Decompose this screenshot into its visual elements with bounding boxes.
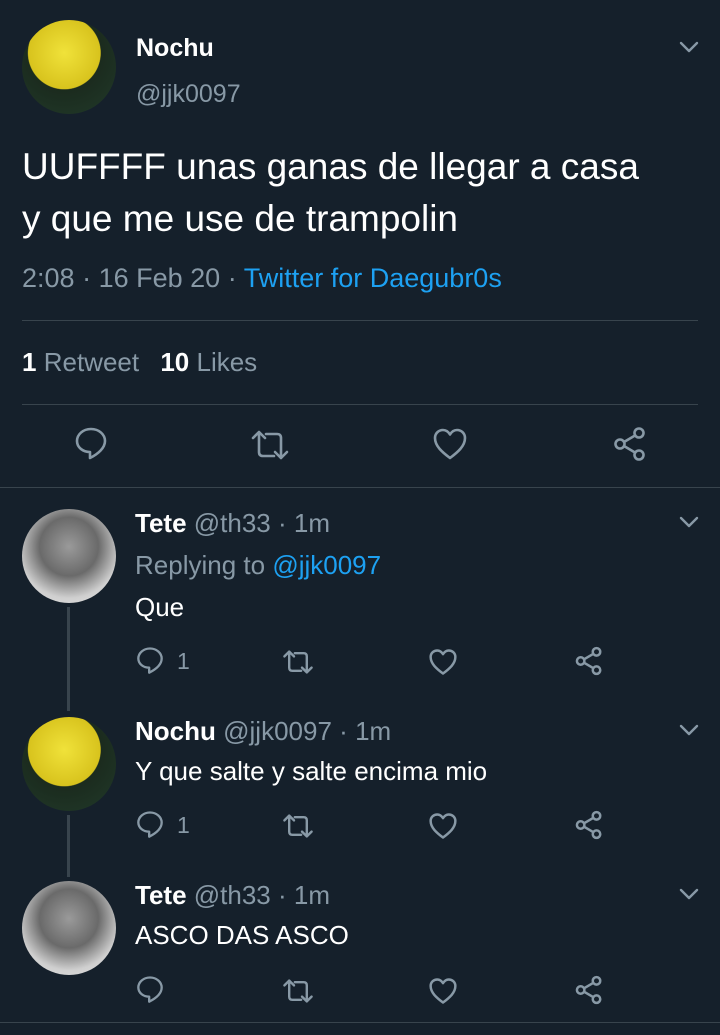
likes-label: Likes: [196, 347, 258, 377]
avatar[interactable]: [22, 20, 116, 114]
likes-count: 10: [160, 347, 190, 377]
divider: [22, 320, 698, 321]
tweet-text-line-1: UUFFFF unas ganas de llegar a casa: [22, 146, 639, 187]
tweet-meta: 2:08 · 16 Feb 20 · Twitter for Daegubr0s: [22, 263, 502, 294]
reply-action[interactable]: 1: [135, 810, 190, 840]
retweets-count: 1: [22, 347, 37, 377]
meta-separator: ·: [278, 508, 287, 538]
author-name[interactable]: Tete: [135, 880, 187, 910]
author-name[interactable]: Nochu: [136, 34, 214, 63]
like-icon[interactable]: [432, 427, 468, 461]
chevron-down-icon[interactable]: [678, 40, 700, 54]
reply-header: Tete @th33 · 1m: [135, 880, 330, 911]
tweet-stats: 1 Retweet 10 Likes: [22, 347, 257, 378]
retweet-icon[interactable]: [250, 428, 290, 462]
author-handle[interactable]: @th33: [194, 880, 271, 910]
reply-icon[interactable]: [74, 426, 108, 462]
tweet-text: ASCO DAS ASCO: [135, 920, 349, 950]
avatar[interactable]: [22, 881, 116, 975]
tweet-age: 1m: [293, 508, 331, 538]
author-name[interactable]: Tete: [135, 508, 187, 538]
reply-header: Nochu @jjk0097 · 1m: [135, 716, 391, 747]
reply-count: 1: [177, 647, 190, 674]
like-icon[interactable]: [428, 977, 458, 1005]
meta-separator: ·: [82, 263, 92, 293]
retweet-icon[interactable]: [282, 648, 314, 676]
thread-line: [67, 607, 70, 711]
avatar[interactable]: [22, 509, 116, 603]
tweet-age: 1m: [355, 716, 392, 746]
reply-icon: [137, 647, 163, 674]
meta-separator: ·: [227, 263, 237, 293]
author-handle[interactable]: @jjk0097: [223, 716, 332, 746]
tweet-text: Que: [135, 592, 185, 622]
meta-separator: ·: [339, 716, 348, 746]
tweet-text-line-2: y que me use de trampolin: [22, 198, 459, 239]
retweets-label: Retweet: [43, 347, 140, 377]
reply-action[interactable]: [135, 975, 165, 1005]
like-icon[interactable]: [428, 812, 458, 840]
share-icon[interactable]: [574, 975, 604, 1005]
meta-separator: ·: [278, 880, 287, 910]
retweet-icon[interactable]: [282, 977, 314, 1005]
tweet-time: 2:08: [22, 263, 75, 293]
replying-prefix: Replying to: [135, 550, 266, 580]
divider: [0, 487, 720, 488]
reply-count: 1: [177, 811, 190, 838]
retweet-icon[interactable]: [282, 812, 314, 840]
reply-action[interactable]: 1: [135, 646, 190, 676]
replying-to-handle[interactable]: @jjk0097: [272, 550, 381, 580]
tweet-client-link[interactable]: Twitter for Daegubr0s: [244, 263, 502, 293]
chevron-down-icon[interactable]: [678, 887, 700, 901]
likes-stat[interactable]: 10 Likes: [160, 347, 257, 377]
tweet-age: 1m: [293, 880, 331, 910]
replying-to: Replying to @jjk0097: [135, 550, 381, 581]
tweet-date: 16 Feb 20: [98, 263, 221, 293]
share-icon[interactable]: [574, 810, 604, 840]
divider: [22, 404, 698, 405]
avatar[interactable]: [22, 717, 116, 811]
reply-icon: [137, 811, 163, 838]
thread-line: [67, 815, 70, 877]
chevron-down-icon[interactable]: [678, 515, 700, 529]
tweet-text: Y que salte y salte encima mio: [135, 756, 488, 786]
share-icon[interactable]: [574, 646, 604, 676]
share-icon[interactable]: [612, 426, 648, 462]
reply-header: Tete @th33 · 1m: [135, 508, 330, 539]
author-handle[interactable]: @th33: [194, 508, 271, 538]
retweets-stat[interactable]: 1 Retweet: [22, 347, 146, 377]
author-name[interactable]: Nochu: [135, 716, 216, 746]
chevron-down-icon[interactable]: [678, 723, 700, 737]
divider: [0, 1022, 720, 1023]
like-icon[interactable]: [428, 648, 458, 676]
reply-icon: [137, 976, 163, 1003]
author-handle[interactable]: @jjk0097: [136, 80, 241, 109]
